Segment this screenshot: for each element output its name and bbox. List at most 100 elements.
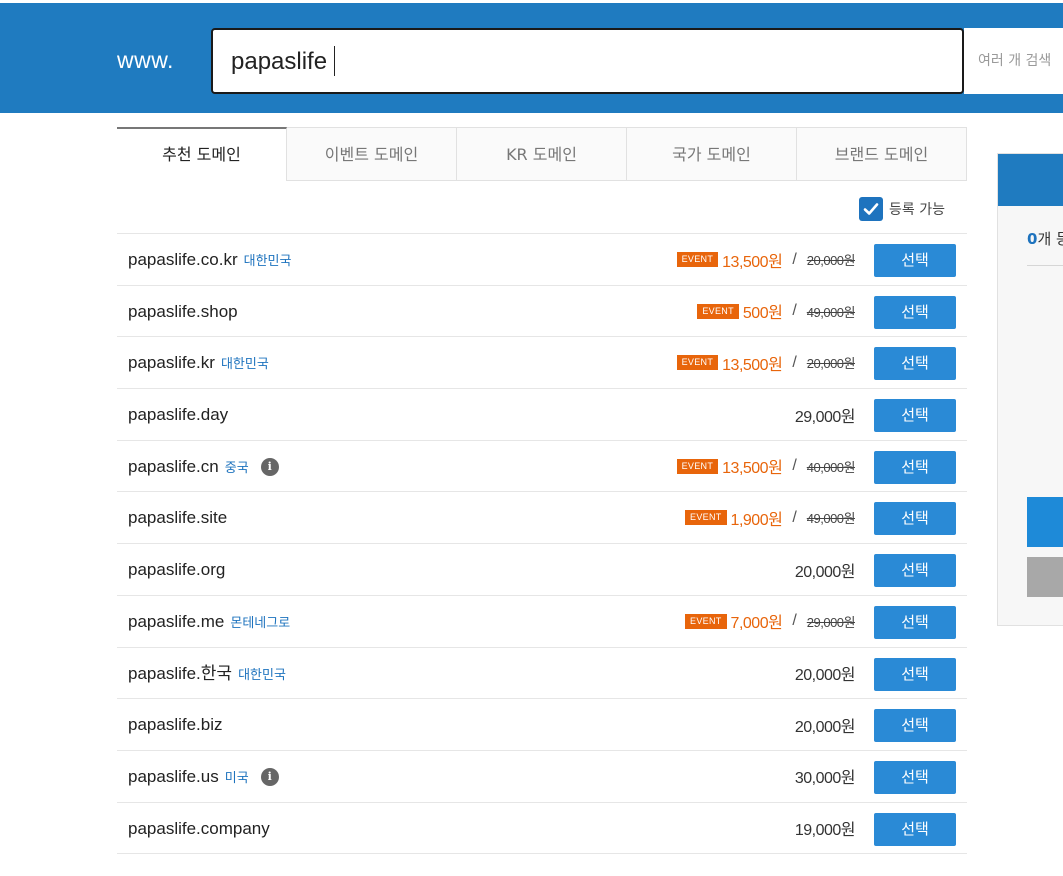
original-price: 20,000원 (806, 253, 856, 268)
price: 20,000원 (794, 718, 856, 736)
select-button[interactable]: 선택 (874, 554, 956, 588)
domain-row: papaslife.org 20,000원 선택 (117, 544, 967, 596)
cart-header (998, 154, 1063, 206)
price-area: 20,000원 (794, 699, 856, 750)
tab-kr[interactable]: KR 도메인 (457, 127, 627, 181)
price-area: EVENT 1,900원 / 49,000원 (685, 492, 856, 543)
domain-search-input[interactable] (231, 45, 931, 79)
price-separator: / (792, 302, 797, 320)
available-label: 등록 가능 (889, 202, 945, 218)
select-button[interactable]: 선택 (874, 347, 956, 381)
cart-count-suffix: 개 등 (1037, 230, 1063, 248)
domain-row: papaslife.site EVENT 1,900원 / 49,000원 선택 (117, 492, 967, 545)
domain-name-text: papaslife.한국 (128, 663, 233, 683)
domain-name-text: papaslife.shop (128, 301, 238, 321)
domain-row: papaslife.kr 대한민국 EVENT 13,500원 / 20,000원 선택 (117, 337, 967, 390)
select-button[interactable]: 선택 (874, 450, 956, 484)
domain-row: papaslife.us 미국 i 30,000원 선택 (117, 751, 967, 803)
cart-secondary-button[interactable] (1027, 557, 1063, 597)
domain-name-text: papaslife.site (128, 508, 228, 528)
domain-row: papaslife.cn 중국 i EVENT 13,500원 / 40,000원 선택 (117, 441, 967, 493)
select-button[interactable]: 선택 (874, 812, 956, 846)
domain-search-box[interactable] (211, 28, 964, 94)
event-badge: EVENT (676, 458, 719, 474)
domain-name-text: papaslife.us (128, 766, 219, 786)
sale-price: 1,900원 (730, 511, 783, 529)
domain-name: papaslife.co.kr 대한민국 (128, 234, 291, 286)
price-separator: / (792, 250, 797, 268)
price-area: EVENT 500원 / 49,000원 (697, 286, 856, 337)
domain-name: papaslife.day (128, 389, 228, 440)
price-area: EVENT 13,500원 / 20,000원 (676, 234, 856, 285)
tab-brand[interactable]: 브랜드 도메인 (797, 127, 967, 181)
price-separator: / (792, 612, 797, 630)
original-price: 49,000원 (806, 511, 856, 527)
price-separator: / (792, 457, 797, 475)
domain-country: 대한민국 (243, 253, 292, 268)
price-area: 20,000원 (795, 544, 856, 595)
cart-count: 0개 등 (1027, 228, 1063, 249)
domain-name-text: papaslife.day (128, 405, 229, 425)
select-button[interactable]: 선택 (874, 295, 956, 329)
select-button[interactable]: 선택 (874, 399, 956, 433)
domain-name-text: papaslife.kr (128, 353, 215, 373)
domain-list: papaslife.co.kr 대한민국 EVENT 13,500원/20,000원 선… (117, 233, 967, 855)
tab-event[interactable]: 이벤트 도메인 (287, 127, 457, 181)
domain-name: papaslife.shop (128, 286, 238, 337)
multi-search-button[interactable]: 여러 개 검색 (964, 28, 1063, 94)
select-button[interactable]: 선택 (874, 657, 956, 691)
available-checkbox[interactable] (859, 197, 883, 221)
cart-count-number: 0 (1027, 230, 1038, 248)
domain-name-text: papaslife.cn (128, 456, 219, 476)
domain-name: papaslife.kr 대한민국 (128, 337, 269, 389)
check-icon (863, 203, 879, 215)
event-badge: EVENT (697, 303, 739, 319)
select-button[interactable]: 선택 (874, 709, 956, 743)
domain-country: 몬테네그로 (230, 614, 291, 630)
tab-recommended[interactable]: 추천 도메인 (117, 127, 287, 181)
header-bar: www. 여러 개 검색 (0, 3, 1063, 113)
domain-country: 미국 (224, 769, 249, 785)
cart-panel: 0개 등 (997, 153, 1063, 626)
info-icon[interactable]: i (260, 458, 279, 477)
price-separator: / (792, 508, 797, 526)
domain-tabs: 추천 도메인 이벤트 도메인 KR 도메인 국가 도메인 브랜드 도메인 (117, 127, 967, 181)
price: 30,000원 (794, 770, 856, 788)
text-caret (334, 46, 335, 76)
url-prefix: www. (117, 47, 174, 73)
domain-name: papaslife.site (128, 492, 227, 543)
select-button[interactable]: 선택 (874, 760, 956, 794)
domain-name-text: papaslife.me (128, 611, 225, 631)
price: 29,000원 (794, 408, 856, 426)
available-filter[interactable]: 등록 가능 (859, 197, 945, 221)
sale-price: 13,500원 (722, 253, 783, 271)
domain-name-text: papaslife.company (128, 818, 270, 838)
select-button[interactable]: 선택 (874, 605, 956, 639)
tab-country[interactable]: 국가 도메인 (627, 127, 797, 181)
domain-row: papaslife.company 19,000원 선택 (117, 803, 967, 855)
cart-primary-button[interactable] (1027, 497, 1063, 547)
sale-price: 13,500원 (722, 460, 783, 478)
domain-name-text: papaslife.org (128, 560, 226, 580)
original-price: 49,000원 (806, 304, 856, 320)
price-area: 20,000원 (795, 648, 856, 699)
original-price: 29,000원 (806, 614, 856, 630)
price-area: EVENT 13,500원 / 40,000원 (676, 441, 856, 492)
domain-name: papaslife.me 몬테네그로 (128, 596, 290, 648)
domain-name: papaslife.한국 대한민국 (128, 648, 286, 700)
domain-row: papaslife.me 몬테네그로 EVENT 7,000원 / 29,000원 선택 (117, 596, 967, 648)
price-area: 29,000원 (794, 389, 856, 440)
select-button[interactable]: 선택 (874, 244, 956, 277)
info-icon[interactable]: i (260, 768, 279, 787)
price-area: EVENT 7,000원 / 29,000원 (685, 596, 856, 647)
domain-row: papaslife.한국 대한민국 20,000원 선택 (117, 648, 967, 700)
price-area: 30,000원 (794, 751, 856, 802)
cart-divider (1027, 265, 1063, 266)
sale-price: 7,000원 (730, 615, 783, 633)
domain-name: papaslife.company (128, 803, 270, 854)
price-area: EVENT 13,500원 / 20,000원 (676, 337, 856, 388)
domain-row: papaslife.co.kr 대한민국 EVENT 13,500원 / 20,000원 선… (117, 234, 967, 286)
select-button[interactable]: 선택 (874, 502, 956, 536)
event-badge: EVENT (685, 613, 727, 629)
domain-country: 중국 (224, 459, 249, 475)
